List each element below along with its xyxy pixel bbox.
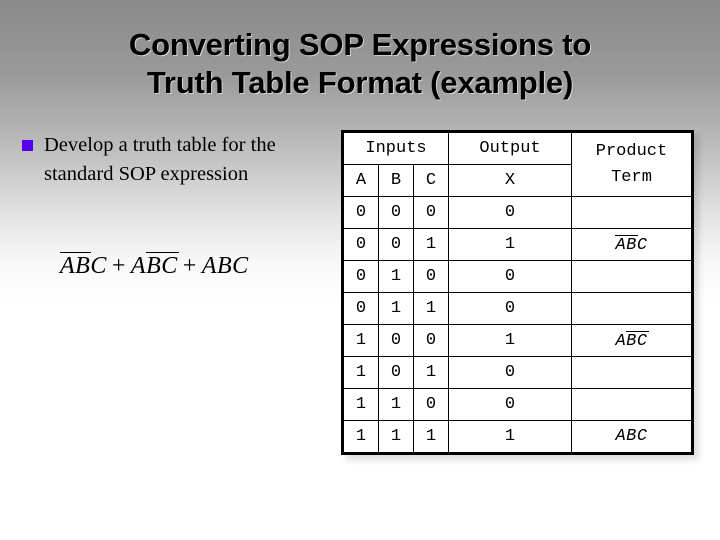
expression-term-1-a-bar: A [60,252,77,279]
table-row: 1100 [342,388,693,421]
cell-input-b: 0 [378,356,414,389]
expression-term-2: ABC [130,252,179,279]
bullet-item-label: Develop a truth table for the standard S… [44,134,276,185]
cell-product-term [571,388,693,421]
cell-product-term: ABC [571,228,693,261]
header-col-x: X [448,164,572,197]
expression-term-3-b: B [216,253,233,279]
cell-input-c: 0 [413,388,449,421]
expression-operator-1: + [111,253,126,279]
header-col-a: A [342,164,379,197]
cell-output-x: 1 [448,228,572,261]
cell-input-a: 1 [342,388,379,421]
table-row: 0110 [342,292,693,325]
cell-input-c: 1 [413,228,449,261]
cell-output-x: 1 [448,324,572,357]
cell-output-x: 1 [448,420,572,454]
page-title-line-2: Truth Table Format (example) [146,65,574,100]
expression-term-1: ABC [60,252,107,279]
cell-output-x: 0 [448,260,572,293]
expression-term-2-c-bar: C [161,252,179,279]
expression-term-1-b-bar: B [75,252,92,279]
table-row: 0000 [342,196,693,229]
cell-input-b: 1 [378,388,414,421]
header-product-term: Product Term [571,131,693,197]
expression-term-3-c: C [232,253,249,279]
cell-input-c: 0 [413,196,449,229]
expression-term-3-a: A [201,253,217,279]
sop-expression: ABC + ABC + ABC [60,252,249,280]
cell-product-term [571,260,693,293]
expression-term-1-c: C [90,253,107,279]
cell-input-a: 0 [342,260,379,293]
cell-input-a: 0 [342,228,379,261]
cell-input-c: 1 [413,420,449,454]
page-title: Converting SOP Expressions to Truth Tabl… [0,26,720,102]
header-col-c: C [413,164,449,197]
cell-input-b: 1 [378,420,414,454]
cell-input-a: 1 [342,324,379,357]
truth-table-container: Inputs Output Product Term A B C X 00000… [341,130,694,455]
cell-product-term [571,292,693,325]
cell-input-b: 1 [378,260,414,293]
table-row: 1 1 1 1 ABC [342,420,693,454]
truth-table-body: 0 0 0 0 0 0 1 1 ABC 0 1 0 0 0 1 1 0 1 0 0 1 ABC 1 0 1 0 1 1 0 0 1 1 1 1 AB… [342,196,693,454]
cell-input-b: 0 [378,196,414,229]
cell-output-x: 0 [448,388,572,421]
slide-canvas: Converting SOP Expressions to Truth Tabl… [0,0,720,540]
cell-input-c: 0 [413,260,449,293]
cell-input-c: 1 [413,292,449,325]
list-item: Develop a truth table for the standard S… [22,131,334,189]
cell-input-b: 0 [378,228,414,261]
table-row: 0100 [342,260,693,293]
header-output: Output [448,131,572,165]
expression-operator-2: + [182,253,197,279]
table-row: 1 0 0 1 ABC [342,324,693,357]
square-bullet-icon [22,140,33,151]
table-row: 0 0 1 1 ABC [342,228,693,261]
cell-input-c: 1 [413,356,449,389]
cell-output-x: 0 [448,356,572,389]
page-title-line-1: Converting SOP Expressions to [128,27,592,62]
cell-product-term: ABC [571,324,693,357]
cell-output-x: 0 [448,292,572,325]
cell-product-term [571,356,693,389]
table-header-row-groups: Inputs Output Product Term [342,131,693,197]
cell-input-a: 1 [342,420,379,454]
header-col-b: B [378,164,414,197]
cell-output-x: 0 [448,196,572,229]
cell-input-b: 0 [378,324,414,357]
cell-input-a: 0 [342,292,379,325]
expression-term-3: ABC [202,253,249,279]
truth-table: Inputs Output Product Term A B C X 00000… [341,130,694,455]
cell-product-term [571,196,693,229]
expression-term-2-b-bar: B [146,252,163,279]
bullet-block: Develop a truth table for the standard S… [22,131,334,189]
header-inputs: Inputs [342,131,449,165]
cell-input-a: 0 [342,196,379,229]
cell-input-a: 1 [342,356,379,389]
table-row: 1010 [342,356,693,389]
expression-term-2-a: A [130,253,147,279]
cell-input-b: 1 [378,292,414,325]
cell-product-term: ABC [571,420,693,454]
cell-input-c: 0 [413,324,449,357]
